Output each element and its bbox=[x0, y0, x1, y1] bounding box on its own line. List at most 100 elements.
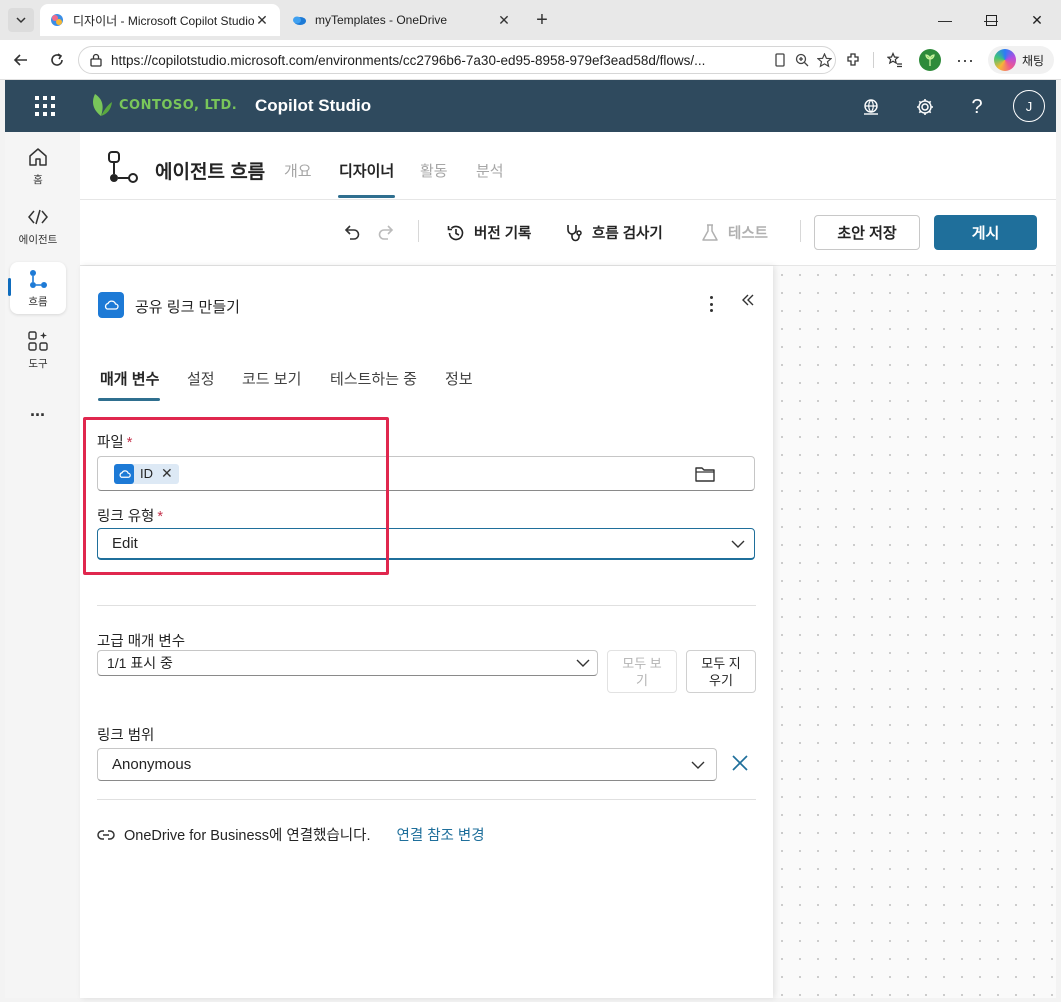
collapse-panel-icon[interactable] bbox=[741, 293, 755, 307]
new-tab-button[interactable]: + bbox=[530, 8, 554, 32]
flow-checker-label: 흐름 검사기 bbox=[592, 226, 663, 242]
version-history-label: 버전 기록 bbox=[474, 226, 532, 242]
tab-analytics[interactable]: 분석 bbox=[476, 160, 504, 181]
tab-list-button[interactable] bbox=[8, 8, 34, 32]
connection-text: OneDrive for Business에 연결했습니다. bbox=[124, 828, 371, 844]
panel-tab-about[interactable]: 정보 bbox=[445, 368, 473, 389]
copilot-chat-button[interactable]: 채팅 bbox=[988, 46, 1054, 74]
save-draft-button[interactable]: 초안 저장 bbox=[814, 215, 920, 250]
rail-active-indicator bbox=[8, 278, 11, 296]
rail-item-label: 도구 bbox=[28, 357, 48, 370]
rail-item-agents[interactable]: 에이전트 bbox=[10, 200, 66, 252]
chat-label: 채팅 bbox=[1022, 53, 1045, 68]
section-divider bbox=[97, 605, 756, 606]
panel-tab-testing[interactable]: 테스트하는 중 bbox=[330, 368, 417, 389]
connection-info: OneDrive for Business에 연결했습니다. 연결 참조 변경 bbox=[97, 824, 485, 845]
advanced-parameters-dropdown[interactable]: 1/1 표시 중 bbox=[97, 650, 598, 676]
copilot-studio-favicon-icon bbox=[51, 14, 63, 26]
maximize-window-icon[interactable] bbox=[968, 0, 1014, 40]
chevron-down-icon bbox=[16, 17, 26, 24]
section-divider bbox=[97, 799, 756, 800]
rail-item-home[interactable]: 홈 bbox=[10, 140, 66, 192]
link-chain-icon bbox=[97, 829, 115, 840]
reading-view-icon[interactable] bbox=[769, 53, 791, 67]
close-window-icon[interactable]: ✕ bbox=[1014, 0, 1060, 40]
flask-icon bbox=[702, 223, 718, 241]
avatar[interactable]: J bbox=[1013, 90, 1045, 122]
show-all-button[interactable]: 모두 보기 bbox=[607, 650, 677, 693]
link-scope-label: 링크 범위 bbox=[97, 728, 155, 744]
rail-item-tools[interactable]: 도구 bbox=[10, 324, 66, 376]
onedrive-favicon-icon bbox=[293, 16, 306, 25]
highlight-annotation bbox=[83, 417, 389, 575]
tab-overview[interactable]: 개요 bbox=[284, 160, 312, 181]
environment-icon[interactable] bbox=[858, 94, 884, 120]
close-tab-icon[interactable]: ✕ bbox=[496, 12, 512, 28]
advanced-parameters-label: 고급 매개 변수 bbox=[97, 634, 186, 650]
redo-icon[interactable] bbox=[376, 222, 396, 242]
refresh-icon[interactable] bbox=[44, 48, 70, 72]
rail-more-icon[interactable]: ... bbox=[30, 400, 45, 421]
tab-designer[interactable]: 디자이너 bbox=[339, 160, 394, 181]
app-header: CONTOSO, LTD. Copilot Studio ? J bbox=[5, 80, 1056, 132]
help-icon[interactable]: ? bbox=[964, 94, 990, 120]
flow-checker-button[interactable]: 흐름 검사기 bbox=[564, 222, 663, 243]
browser-tab-title: myTemplates - OneDrive bbox=[315, 13, 448, 27]
test-label: 테스트 bbox=[728, 226, 769, 242]
more-menu-icon[interactable]: ··· bbox=[952, 48, 978, 72]
panel-tab-code-view[interactable]: 코드 보기 bbox=[242, 368, 301, 389]
panel-active-tab-indicator bbox=[98, 398, 160, 401]
test-button[interactable]: 테스트 bbox=[700, 222, 768, 243]
agent-flow-icon bbox=[105, 150, 139, 186]
back-icon[interactable] bbox=[8, 48, 34, 72]
history-icon bbox=[447, 225, 464, 240]
window-edge bbox=[1056, 80, 1061, 1002]
more-options-icon[interactable] bbox=[703, 294, 719, 314]
onedrive-action-icon bbox=[98, 292, 124, 318]
rail-item-label: 에이전트 bbox=[18, 233, 58, 246]
zoom-icon[interactable] bbox=[791, 53, 813, 67]
folder-icon[interactable] bbox=[694, 465, 716, 483]
settings-icon[interactable] bbox=[912, 94, 938, 120]
brand-logo: CONTOSO, LTD. bbox=[89, 92, 237, 118]
copilot-icon bbox=[994, 49, 1016, 71]
url-field[interactable]: https://copilotstudio.microsoft.com/envi… bbox=[78, 46, 836, 74]
rail-item-label: 흐름 bbox=[28, 295, 48, 308]
close-tab-icon[interactable]: ✕ bbox=[254, 12, 270, 28]
app-name: Copilot Studio bbox=[255, 96, 372, 115]
chevron-down-icon bbox=[731, 540, 745, 548]
flow-icon bbox=[30, 269, 47, 288]
panel-tab-parameters[interactable]: 매개 변수 bbox=[100, 368, 159, 389]
chevron-down-icon bbox=[691, 761, 705, 769]
browser-tab-onedrive[interactable]: myTemplates - OneDrive ✕ bbox=[282, 4, 522, 36]
stethoscope-icon bbox=[567, 224, 582, 241]
app-launcher-icon[interactable] bbox=[35, 96, 55, 116]
rail-item-label: 홈 bbox=[33, 173, 43, 186]
chevron-down-icon bbox=[576, 659, 590, 667]
site-info-icon[interactable] bbox=[89, 53, 103, 67]
toolbar-separator bbox=[800, 220, 801, 242]
rail-item-flows[interactable]: 흐름 bbox=[10, 262, 66, 314]
undo-icon[interactable] bbox=[342, 222, 362, 242]
browser-tab-title: 디자이너 - Microsoft Copilot Studio bbox=[73, 13, 254, 28]
code-icon bbox=[28, 209, 48, 224]
link-scope-dropdown[interactable]: Anonymous bbox=[97, 748, 717, 781]
page-title: 에이전트 흐름 bbox=[155, 162, 266, 183]
publish-button[interactable]: 게시 bbox=[934, 215, 1037, 250]
version-history-button[interactable]: 버전 기록 bbox=[446, 222, 531, 243]
panel-tab-settings[interactable]: 설정 bbox=[187, 368, 215, 389]
favorite-star-icon[interactable] bbox=[813, 52, 835, 68]
tab-activity[interactable]: 활동 bbox=[420, 160, 448, 181]
browser-tab-designer[interactable]: 디자이너 - Microsoft Copilot Studio ✕ bbox=[40, 4, 280, 36]
flow-canvas[interactable] bbox=[773, 266, 1056, 998]
panel-title: 공유 링크 만들기 bbox=[135, 299, 240, 316]
change-connection-link[interactable]: 연결 참조 변경 bbox=[397, 824, 485, 845]
url-text: https://copilotstudio.microsoft.com/envi… bbox=[111, 52, 706, 68]
favorites-icon[interactable] bbox=[882, 48, 908, 72]
clear-all-button[interactable]: 모두 지우기 bbox=[686, 650, 756, 693]
profile-icon[interactable] bbox=[917, 48, 943, 72]
remove-link-scope-icon[interactable] bbox=[730, 753, 750, 773]
contoso-leaf-icon bbox=[93, 94, 112, 116]
extensions-icon[interactable] bbox=[840, 48, 866, 72]
minimize-window-icon[interactable]: — bbox=[922, 0, 968, 40]
